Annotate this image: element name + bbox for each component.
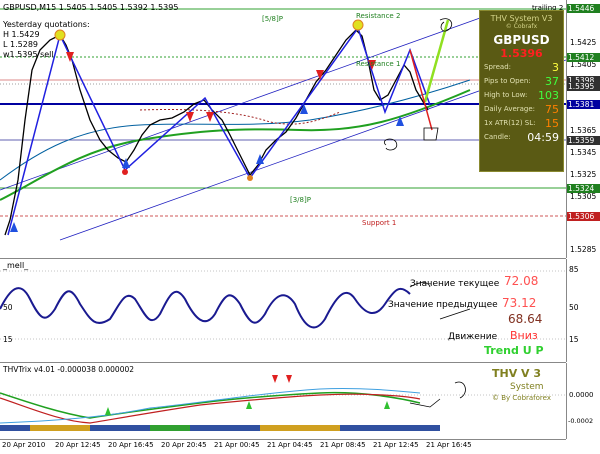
price-axis-label: 1.5345 <box>570 148 597 157</box>
panel-row-label: Pips to Open: <box>484 77 531 85</box>
panel-row-label: Daily Average: <box>484 105 536 113</box>
thv-info-panel: THV System V3 © Cobrafx GBPUSD 1.5396 Sp… <box>479 10 564 172</box>
panel-row: 1x ATR(12) SL: 15 <box>480 116 563 130</box>
panel-row-value: 15 <box>545 116 559 130</box>
panel-row: Candle: 04:59 <box>480 130 563 144</box>
panel-title: THV System V3 <box>490 14 553 23</box>
sub1-trend: Trend U P <box>484 344 544 357</box>
panel-row-label: Spread: <box>484 63 512 71</box>
panel-price: 1.5396 <box>500 47 543 60</box>
panel-row-value: 04:59 <box>527 130 559 144</box>
panel-row-value: 75 <box>545 102 559 116</box>
sub1-prev-value: 73.12 <box>502 296 537 310</box>
yesterday-high: H 1.5429 <box>3 30 40 39</box>
yesterday-low: L 1.5289 <box>3 40 38 49</box>
sub2-brand: THV V 3 <box>492 367 542 380</box>
main-chart[interactable]: GBPUSD,M15 1.5405 1.5405 1.5392 1.5395 Y… <box>0 0 600 258</box>
resistance-2: Resistance 2 <box>356 12 401 20</box>
sub1-third-value: 68.64 <box>508 312 543 326</box>
panel-row-value: 103 <box>538 88 559 102</box>
sub2-name: THVTrix v4.01 -0.000038 0.000002 <box>3 365 135 374</box>
price-tag: 1.5412 <box>567 53 600 62</box>
yesterday-extra: w1.5395 sell <box>3 50 54 59</box>
time-axis-label: 20 Apr 12:45 <box>55 441 101 449</box>
sub2-axis-neg: -0.0002 <box>568 417 594 425</box>
panel-row: Daily Average: 75 <box>480 102 563 116</box>
sub1-left-50: 50 <box>3 303 13 312</box>
price-tag: 1.5324 <box>567 184 600 193</box>
support-1: Support 1 <box>362 219 397 227</box>
price-axis-label: 1.5325 <box>570 170 597 179</box>
panel-row-label: High to Low: <box>484 91 528 99</box>
time-axis-label: 21 Apr 12:45 <box>373 441 419 449</box>
panel-row: Pips to Open: 37 <box>480 74 563 88</box>
mell-indicator-svg <box>0 270 566 340</box>
resistance-1: Resistance 1 <box>356 60 401 68</box>
symbol-name: GBPUSD,M15 <box>3 3 57 12</box>
sub1-move-label: Движение <box>448 332 498 342</box>
panel-copyright: © Cobrafx <box>505 23 538 30</box>
price-axis-label: 1.5285 <box>570 245 597 254</box>
time-axis-label: 21 Apr 04:45 <box>267 441 313 449</box>
panel-row: High to Low: 103 <box>480 88 563 102</box>
sub1-axis-85: 85 <box>569 265 579 274</box>
time-axis-label: 21 Apr 00:45 <box>214 441 260 449</box>
panel-row-label: Candle: <box>484 133 511 141</box>
panel-pair: GBPUSD <box>493 33 550 47</box>
time-axis: 20 Apr 2010 20 Apr 12:45 20 Apr 16:45 20 Ap… <box>0 439 566 454</box>
sub1-cur-label: Значение текущее <box>410 279 500 289</box>
sub1-cur-value: 72.08 <box>504 274 539 288</box>
sub1-left-15: 15 <box>3 335 13 344</box>
time-axis-label: 20 Apr 2010 <box>2 441 46 449</box>
sub2-by: © By Cobraforex <box>492 394 551 402</box>
price-axis-label: 1.5305 <box>570 192 597 201</box>
time-axis-label: 20 Apr 16:45 <box>108 441 154 449</box>
indicator-window-1[interactable]: _mell_ Значение текущее 72.08 Значение п… <box>0 259 600 362</box>
price-tag: 1.5395 <box>567 82 600 91</box>
level-58: [5/8]P <box>262 15 283 23</box>
price-tag: 1.5446 <box>567 4 600 13</box>
time-axis-label: 20 Apr 20:45 <box>161 441 207 449</box>
low-value: 1.5392 <box>119 3 148 12</box>
panel-row-value: 3 <box>552 60 559 74</box>
indicator-window-2[interactable]: THVTrix v4.01 -0.000038 0.000002 THV V 3… <box>0 363 600 439</box>
price-tag: 1.5381 <box>567 100 600 109</box>
price-tag: 1.5306 <box>567 212 600 221</box>
sub1-axis-15: 15 <box>569 335 579 344</box>
sub2-axis-0: 0.0000 <box>569 391 594 399</box>
yesterday-title: Yesterday quotations: <box>3 20 90 29</box>
sub1-move-value: Вниз <box>510 329 538 342</box>
panel-row: Spread: 3 <box>480 60 563 74</box>
time-axis-label: 21 Apr 08:45 <box>320 441 366 449</box>
panel-row-value: 37 <box>545 74 559 88</box>
panel-row-label: 1x ATR(12) SL: <box>484 119 536 127</box>
open-value: 1.5405 <box>58 3 87 12</box>
price-axis-label: 1.5425 <box>570 38 597 47</box>
symbol-info: GBPUSD,M15 1.5405 1.5405 1.5392 1.5395 <box>3 3 178 12</box>
price-axis-label: 1.5365 <box>570 126 597 135</box>
sub1-axis-50: 50 <box>569 303 579 312</box>
panel-rows: Spread: 3 Pips to Open: 37 High to Low: 103 Da… <box>480 60 563 144</box>
sub1-axis: 85 50 15 <box>566 259 600 362</box>
trix-indicator-svg <box>0 375 566 431</box>
level-38: [3/8]P <box>290 196 311 204</box>
time-axis-label: 21 Apr 16:45 <box>426 441 472 449</box>
high-value: 1.5405 <box>89 3 118 12</box>
yesterday-quotations: Yesterday quotations: H 1.5429 L 1.5289 … <box>3 20 90 60</box>
sub2-system: System <box>510 382 544 392</box>
price-tag: 1.5359 <box>567 136 600 145</box>
close-value: 1.5395 <box>150 3 179 12</box>
sub2-axis: 0.0000 -0.0002 <box>566 363 600 439</box>
sub1-prev-label: Значение предыдущее <box>388 300 498 310</box>
sub1-name: _mell_ <box>3 261 29 270</box>
price-axis: 1.54251.54051.53851.53651.53451.53251.53… <box>566 0 600 258</box>
